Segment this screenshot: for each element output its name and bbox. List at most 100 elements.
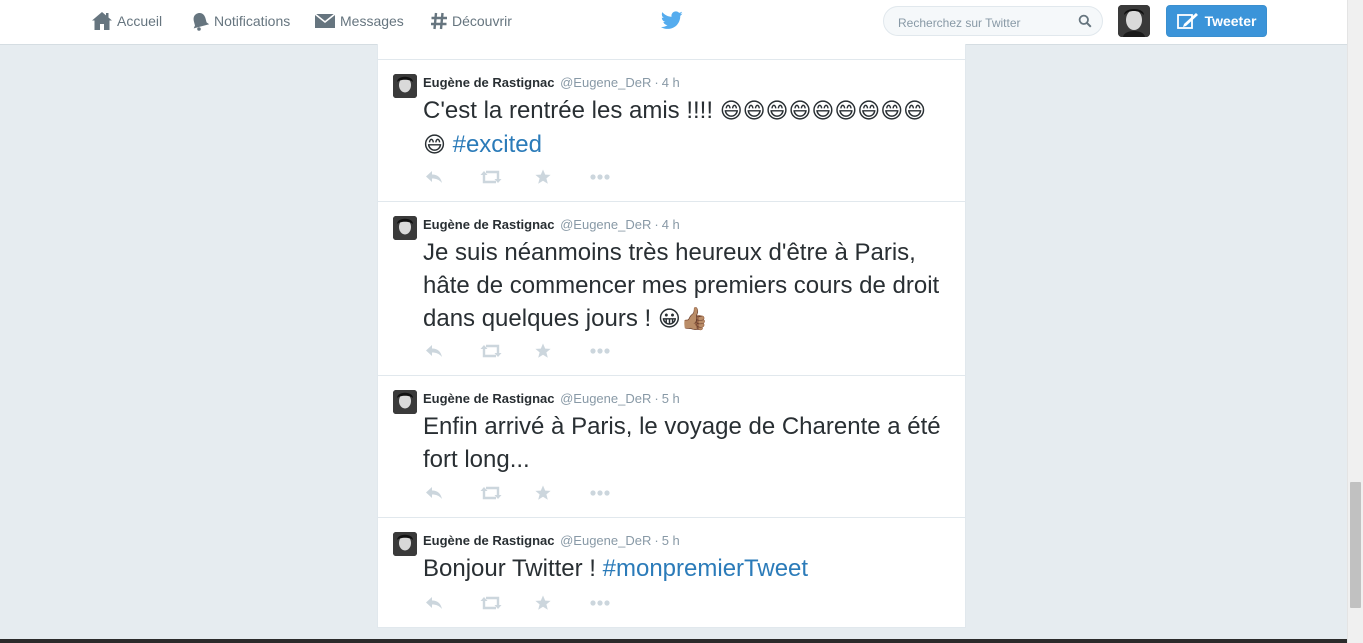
retweet-icon	[480, 486, 502, 500]
stream-divider	[378, 44, 965, 60]
reply-action[interactable]	[425, 343, 480, 359]
more-icon	[590, 490, 610, 496]
tweet-actions	[425, 595, 645, 611]
tweet[interactable]: Eugène de Rastignac @Eugene_DeR · 5 h Bonj…	[378, 518, 965, 628]
more-icon	[590, 348, 610, 354]
nav-discover[interactable]: Découvrir	[430, 10, 512, 32]
tweet-stream: Eugène de Rastignac @Eugene_DeR · 4 h C'es…	[377, 44, 966, 628]
more-action[interactable]	[590, 343, 645, 359]
page-scrollbar[interactable]	[1347, 0, 1363, 643]
separator-dot: ·	[654, 217, 659, 232]
compose-icon	[1176, 13, 1198, 29]
bell-icon	[193, 13, 210, 31]
favorite-action[interactable]	[535, 485, 590, 501]
retweet-action[interactable]	[480, 485, 535, 501]
reply-icon	[425, 170, 443, 184]
more-icon	[590, 174, 610, 180]
tweet-avatar[interactable]	[393, 74, 417, 98]
tweet-username[interactable]: @Eugene_DeR	[560, 217, 651, 232]
separator-dot: ·	[654, 391, 659, 406]
separator-dot: ·	[654, 75, 659, 90]
tweet-text: Bonjour Twitter ! #monpremierTweet	[423, 552, 943, 585]
nav-home-label: Accueil	[117, 13, 163, 29]
tweet-username[interactable]: @Eugene_DeR	[560, 391, 651, 406]
bottom-edge	[0, 639, 1347, 643]
tweet-text-body: Bonjour Twitter !	[423, 555, 603, 582]
favorite-action[interactable]	[535, 595, 590, 611]
tweet-text: Enfin arrivé à Paris, le voyage de Chare…	[423, 410, 943, 476]
search-box	[883, 6, 1103, 36]
tweet[interactable]: Eugène de Rastignac @Eugene_DeR · 4 h Je s…	[378, 202, 965, 376]
retweet-action[interactable]	[480, 595, 535, 611]
scrollbar-thumb[interactable]	[1350, 482, 1361, 608]
reply-icon	[425, 596, 443, 610]
tweet-avatar[interactable]	[393, 390, 417, 414]
tweet-header: Eugène de Rastignac @Eugene_DeR · 5 h	[423, 533, 680, 548]
envelope-icon	[314, 13, 336, 28]
tweet-actions	[425, 343, 645, 359]
tweet-timestamp[interactable]: 5 h	[662, 391, 680, 406]
tweet-actions	[425, 485, 645, 501]
separator-dot: ·	[654, 533, 659, 548]
favorite-action[interactable]	[535, 169, 590, 185]
reply-icon	[425, 344, 443, 358]
more-action[interactable]	[590, 485, 645, 501]
retweet-action[interactable]	[480, 169, 535, 185]
reply-icon	[425, 486, 443, 500]
tweet-button-label: Tweeter	[1204, 13, 1257, 29]
more-action[interactable]	[590, 595, 645, 611]
favorite-icon	[535, 595, 551, 611]
search-icon[interactable]	[1078, 14, 1092, 28]
tweet-fullname[interactable]: Eugène de Rastignac	[423, 533, 554, 548]
retweet-icon	[480, 596, 502, 610]
reply-action[interactable]	[425, 169, 480, 185]
tweet-fullname[interactable]: Eugène de Rastignac	[423, 391, 554, 406]
search-input[interactable]	[896, 13, 1080, 32]
retweet-icon	[480, 170, 502, 184]
tweet-actions	[425, 169, 645, 185]
tweet-header: Eugène de Rastignac @Eugene_DeR · 4 h	[423, 217, 680, 232]
hashtag-icon	[431, 12, 447, 30]
hashtag-link[interactable]: #monpremierTweet	[603, 555, 808, 582]
tweet-fullname[interactable]: Eugène de Rastignac	[423, 75, 554, 90]
nav-messages-label: Messages	[340, 13, 404, 29]
tweet-text-body: C'est la rentrée les amis !!!!	[423, 97, 720, 124]
tweet-text: C'est la rentrée les amis !!!! 😄😄😄😄😄😄😄😄😄…	[423, 94, 943, 162]
nav-messages[interactable]: Messages	[314, 10, 404, 32]
more-action[interactable]	[590, 169, 645, 185]
nav-home[interactable]: Accueil	[91, 10, 162, 32]
reply-action[interactable]	[425, 485, 480, 501]
user-avatar[interactable]	[1118, 5, 1150, 37]
tweet-timestamp[interactable]: 5 h	[662, 533, 680, 548]
tweet-username[interactable]: @Eugene_DeR	[560, 75, 651, 90]
tweet-timestamp[interactable]: 4 h	[662, 75, 680, 90]
tweet[interactable]: Eugène de Rastignac @Eugene_DeR · 4 h C'es…	[378, 60, 965, 202]
favorite-action[interactable]	[535, 343, 590, 359]
tweet-text-body: Enfin arrivé à Paris, le voyage de Chare…	[423, 413, 941, 473]
hashtag-link[interactable]: #excited	[453, 131, 542, 158]
tweet-button[interactable]: Tweeter	[1166, 5, 1267, 37]
retweet-action[interactable]	[480, 343, 535, 359]
tweet-text: Je suis néanmoins très heureux d'être à …	[423, 236, 943, 336]
tweet-fullname[interactable]: Eugène de Rastignac	[423, 217, 554, 232]
tweet-header: Eugène de Rastignac @Eugene_DeR · 4 h	[423, 75, 680, 90]
tweet-timestamp[interactable]: 4 h	[662, 217, 680, 232]
reply-action[interactable]	[425, 595, 480, 611]
tweet-avatar[interactable]	[393, 216, 417, 240]
top-navigation-bar: Accueil Notifications Messages Découvrir	[0, 0, 1347, 45]
favorite-icon	[535, 485, 551, 501]
favorite-icon	[535, 169, 551, 185]
more-icon	[590, 600, 610, 606]
retweet-icon	[480, 344, 502, 358]
tweet[interactable]: Eugène de Rastignac @Eugene_DeR · 5 h Enfi…	[378, 376, 965, 518]
nav-notifications[interactable]: Notifications	[190, 10, 290, 32]
tweet-emoji: 😀👍🏽	[657, 307, 709, 332]
tweet-username[interactable]: @Eugene_DeR	[560, 533, 651, 548]
favorite-icon	[535, 343, 551, 359]
twitter-bird-icon[interactable]	[660, 11, 683, 35]
nav-notifications-label: Notifications	[214, 13, 291, 29]
nav-discover-label: Découvrir	[452, 13, 512, 29]
tweet-avatar[interactable]	[393, 532, 417, 556]
tweet-header: Eugène de Rastignac @Eugene_DeR · 5 h	[423, 391, 680, 406]
home-icon	[92, 12, 112, 30]
